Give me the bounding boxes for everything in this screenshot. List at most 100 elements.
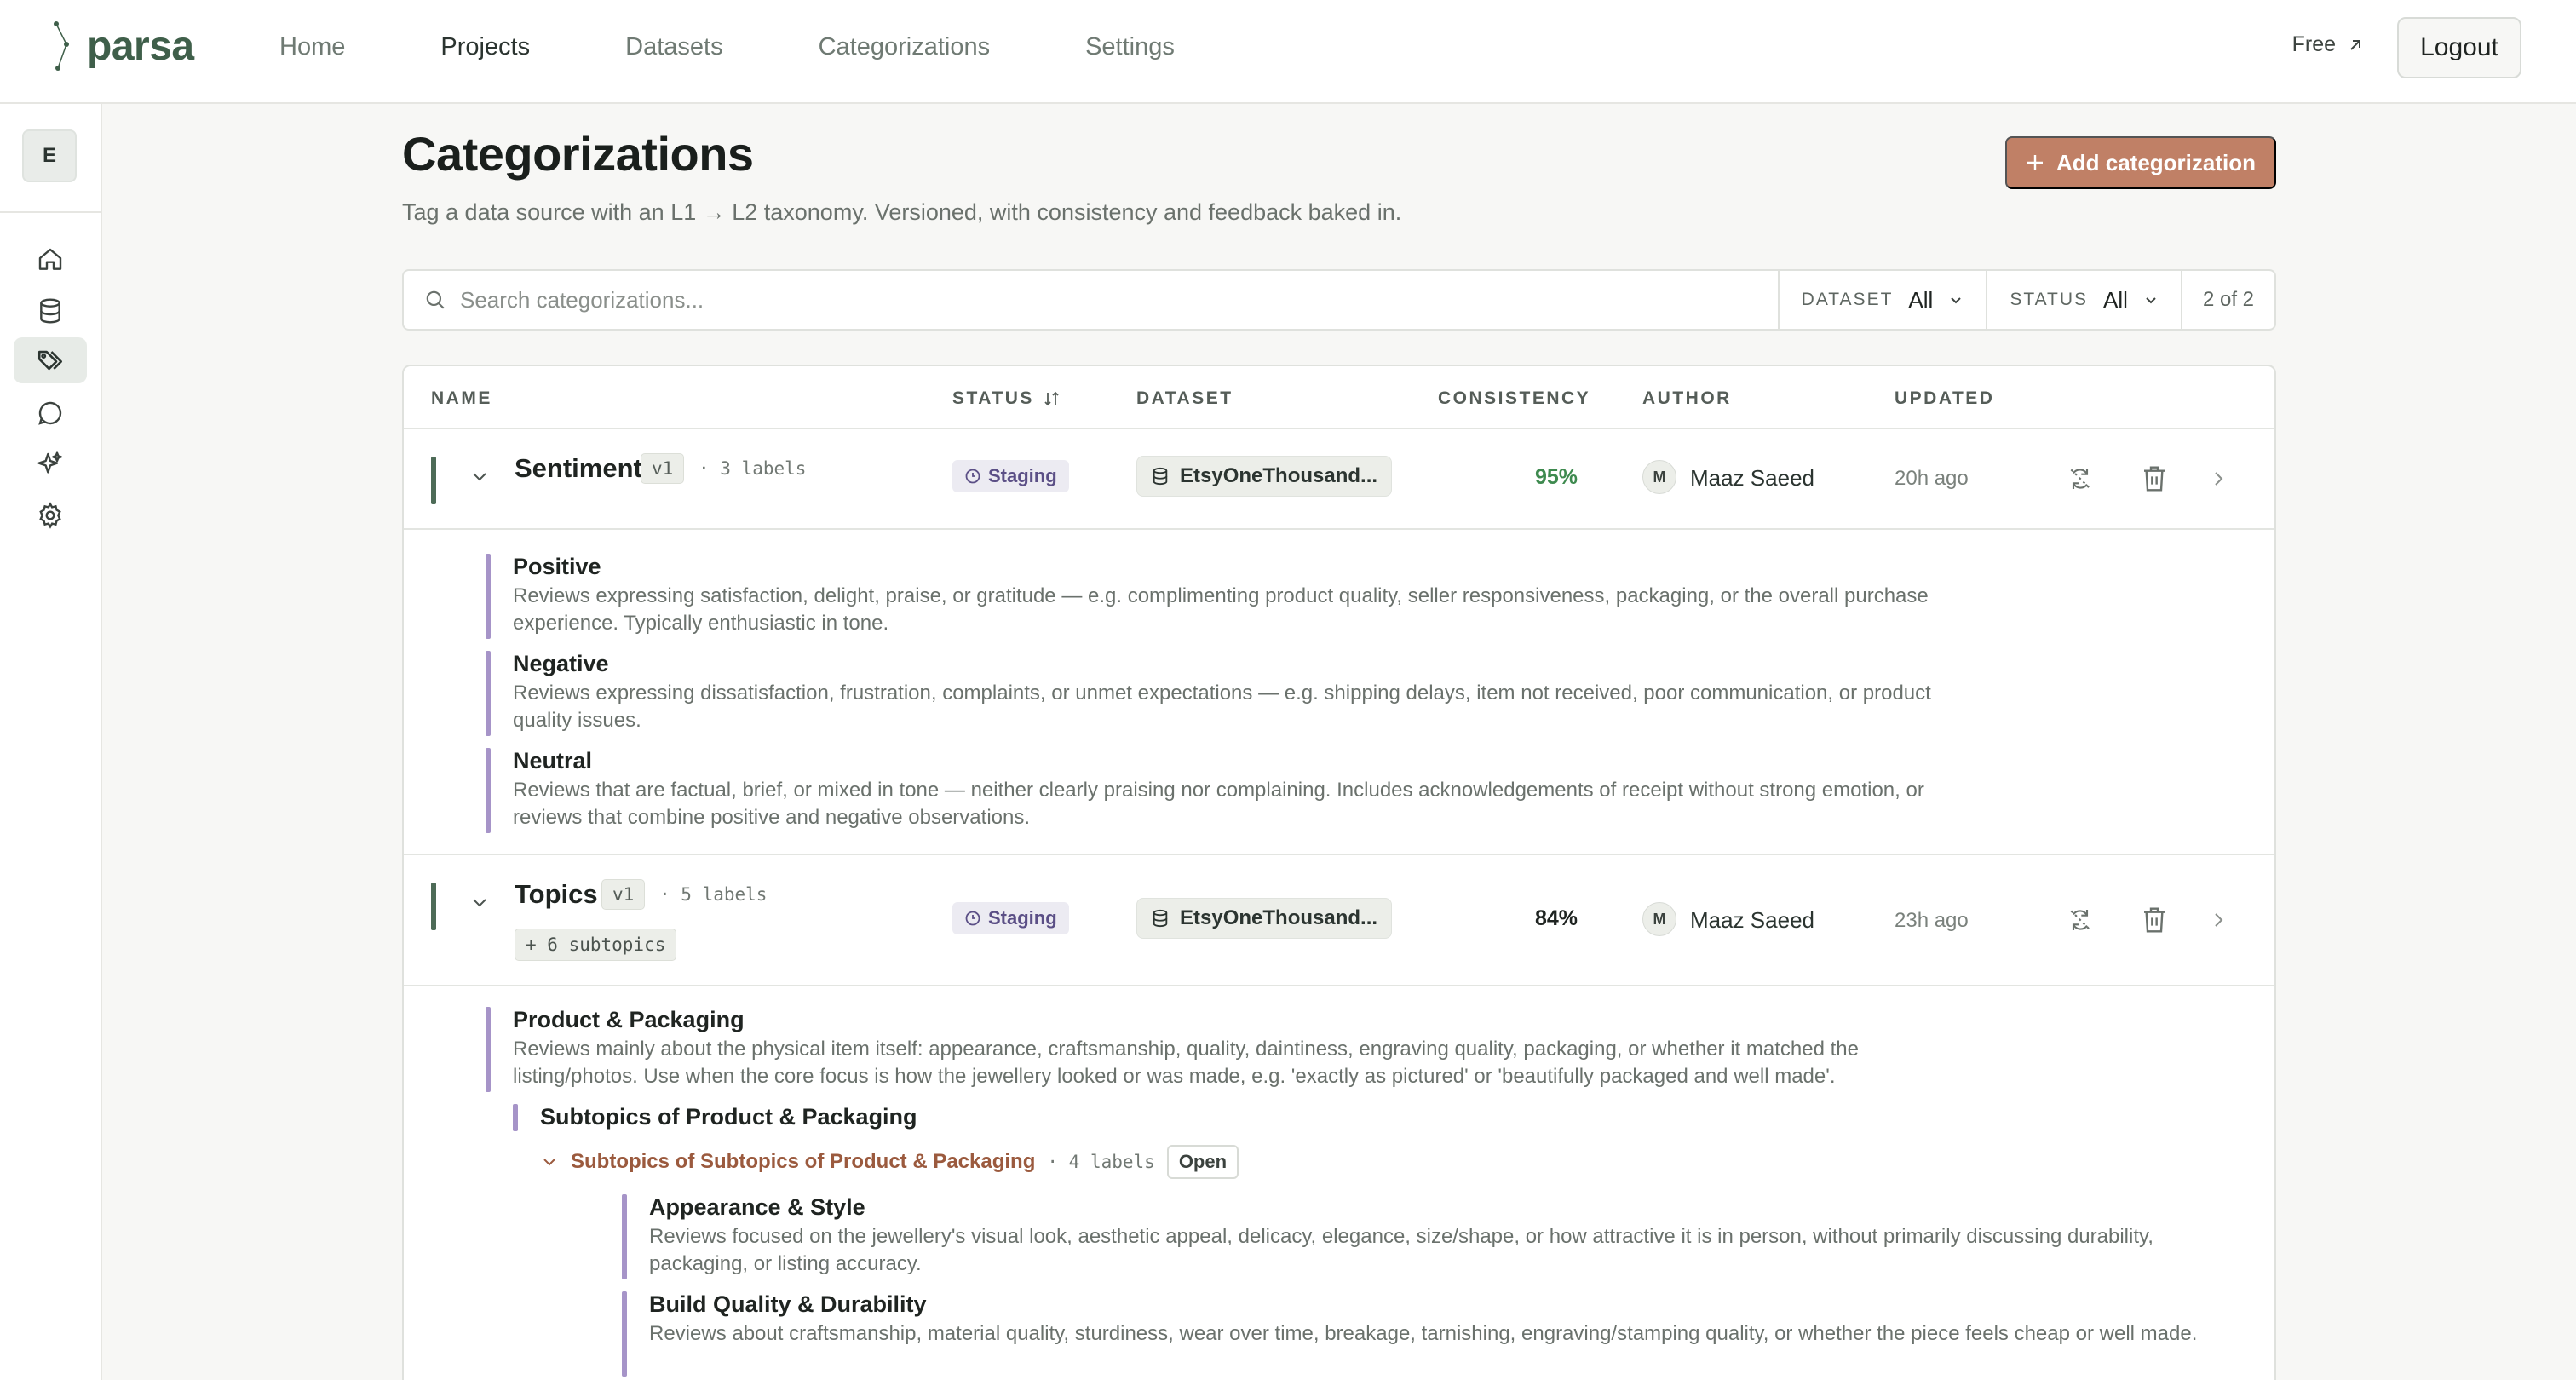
- chevron-down-icon[interactable]: [540, 1153, 559, 1171]
- consistency-value: 95%: [1535, 465, 1578, 489]
- sparkles-icon: [37, 451, 62, 474]
- table-row-topics[interactable]: Topics v1 · 5 labels + 6 subtopics Stagi…: [404, 855, 2274, 986]
- label-accent-bar: [486, 651, 491, 736]
- dataset-chip[interactable]: EtsyOneThousand...: [1136, 456, 1393, 497]
- nav-home[interactable]: Home: [279, 33, 345, 61]
- avatar: M: [1642, 902, 1676, 936]
- label-title: Build Quality & Durability: [649, 1291, 927, 1317]
- add-categorization-label: Add categorization: [2056, 149, 2256, 175]
- table-header: NAME STATUS DATASET CONSISTENCY AUTHOR U…: [404, 366, 2274, 429]
- status-badge: Staging: [952, 460, 1069, 492]
- status-filter[interactable]: STATUS All: [1987, 271, 2182, 329]
- trash-icon[interactable]: [2142, 465, 2167, 492]
- chevron-down-icon[interactable]: [469, 891, 491, 913]
- status-text: Staging: [988, 907, 1057, 929]
- row-accent-bar: [431, 883, 436, 930]
- label-item: Build Quality & Durability Reviews about…: [622, 1291, 2223, 1377]
- updated-time: 20h ago: [1895, 467, 1969, 490]
- column-status-label: STATUS: [952, 388, 1034, 408]
- arrow-up-right-icon: [2350, 39, 2360, 50]
- subtopic-accent-bar: [513, 1104, 518, 1131]
- sidebar-item-datasets[interactable]: [14, 288, 87, 334]
- row-name: Sentiment: [515, 453, 642, 483]
- author-name: Maaz Saeed: [1690, 907, 1814, 933]
- label-description: Reviews focused on the jewellery's visua…: [649, 1225, 2153, 1275]
- nested-subtopic-header[interactable]: Subtopics of Subtopics of Product & Pack…: [540, 1145, 1239, 1179]
- database-icon: [1153, 467, 1168, 486]
- chat-icon: [38, 401, 62, 425]
- dataset-filter-label: DATASET: [1801, 290, 1894, 309]
- dataset-filter[interactable]: DATASET All: [1780, 271, 1988, 329]
- labels-count: · 5 labels: [659, 884, 768, 905]
- nav-categorizations[interactable]: Categorizations: [819, 33, 991, 61]
- sync-icon[interactable]: [2067, 465, 2094, 492]
- status-text: Staging: [988, 465, 1057, 486]
- updated-time: 23h ago: [1895, 909, 1969, 932]
- column-author[interactable]: AUTHOR: [1642, 388, 1732, 409]
- logout-button[interactable]: Logout: [2397, 17, 2521, 78]
- chevron-right-icon[interactable]: [2208, 469, 2228, 489]
- sidebar-item-ai[interactable]: [14, 441, 87, 487]
- status-badge: Staging: [952, 902, 1069, 934]
- column-dataset[interactable]: DATASET: [1136, 388, 1233, 409]
- trash-icon[interactable]: [2142, 906, 2167, 934]
- nav-projects[interactable]: Projects: [440, 33, 530, 61]
- label-accent-bar: [486, 1007, 491, 1092]
- label-description: Reviews expressing dissatisfaction, frus…: [513, 681, 1931, 732]
- labels-count: · 3 labels: [699, 458, 807, 479]
- clock-icon: [965, 911, 980, 926]
- sidebar-item-settings[interactable]: [14, 492, 87, 538]
- label-item: Neutral Reviews that are factual, brief,…: [486, 748, 2019, 833]
- column-consistency[interactable]: CONSISTENCY: [1438, 388, 1590, 409]
- label-title: Negative: [513, 651, 609, 676]
- status-filter-label: STATUS: [2010, 290, 2089, 309]
- dataset-name: EtsyOneThousand...: [1180, 464, 1378, 487]
- search-input[interactable]: [460, 286, 1653, 313]
- database-icon: [1153, 909, 1168, 928]
- sort-icon: [1044, 391, 1059, 406]
- label-description: Reviews that are factual, brief, or mixe…: [513, 779, 1924, 829]
- label-title: Appearance & Style: [649, 1194, 865, 1220]
- label-title: Positive: [513, 554, 601, 579]
- label-item: Product & Packaging Reviews mainly about…: [486, 1007, 2019, 1092]
- free-plan-link[interactable]: Free: [2292, 32, 2363, 57]
- sync-icon[interactable]: [2067, 906, 2094, 934]
- nav-datasets[interactable]: Datasets: [625, 33, 722, 61]
- version-badge: v1: [601, 879, 646, 910]
- tags-icon: [37, 350, 63, 371]
- sidebar-item-home[interactable]: [14, 237, 87, 283]
- subtopics-badge[interactable]: + 6 subtopics: [515, 929, 677, 961]
- label-accent-bar: [486, 554, 491, 639]
- nested-subtopic-title: Subtopics of Subtopics of Product & Pack…: [571, 1150, 1036, 1173]
- avatar: M: [1642, 460, 1676, 494]
- sidebar-item-chat[interactable]: [14, 390, 87, 436]
- workspace-badge[interactable]: E: [22, 129, 77, 182]
- label-item: Negative Reviews expressing dissatisfact…: [486, 651, 2019, 736]
- sidebar-item-categorizations[interactable]: [14, 337, 87, 383]
- labels-count: · 4 labels: [1047, 1152, 1155, 1172]
- main-nav: Home Projects Datasets Categorizations S…: [279, 0, 1270, 94]
- label-item: Appearance & Style Reviews focused on th…: [622, 1194, 2223, 1279]
- label-accent-bar: [486, 748, 491, 833]
- label-title: Product & Packaging: [513, 1007, 745, 1032]
- dataset-chip[interactable]: EtsyOneThousand...: [1136, 898, 1393, 939]
- add-categorization-button[interactable]: Add categorization: [2005, 136, 2276, 189]
- label-accent-bar: [622, 1291, 627, 1377]
- table-row-sentiment[interactable]: Sentiment v1 · 3 labels Staging EtsyOneT…: [404, 429, 2274, 530]
- open-button[interactable]: Open: [1166, 1145, 1239, 1179]
- chevron-right-icon[interactable]: [2208, 910, 2228, 930]
- categorizations-table: NAME STATUS DATASET CONSISTENCY AUTHOR U…: [402, 365, 2276, 1380]
- dataset-name: EtsyOneThousand...: [1180, 906, 1378, 929]
- column-status[interactable]: STATUS: [952, 388, 1061, 409]
- subtopic-group: Subtopics of Product & Packaging: [513, 1104, 1109, 1131]
- plus-icon: [2027, 155, 2043, 170]
- nav-settings[interactable]: Settings: [1085, 33, 1175, 61]
- chevron-down-icon: [1951, 297, 1962, 304]
- column-updated[interactable]: UPDATED: [1895, 388, 1994, 409]
- column-name[interactable]: NAME: [431, 388, 492, 409]
- logo[interactable]: parsa: [48, 19, 194, 73]
- filter-bar: DATASET All STATUS All 2 of 2: [402, 269, 2276, 331]
- subtopic-group-title: Subtopics of Product & Packaging: [540, 1104, 917, 1130]
- chevron-down-icon[interactable]: [469, 465, 491, 487]
- top-bar: parsa Home Projects Datasets Categorizat…: [0, 0, 2576, 104]
